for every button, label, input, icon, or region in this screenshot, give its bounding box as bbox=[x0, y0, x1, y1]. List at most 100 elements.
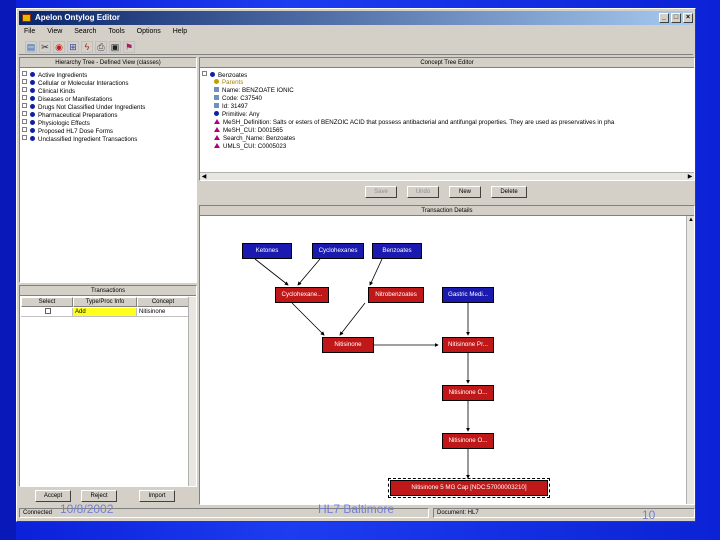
menu-tools[interactable]: Tools bbox=[103, 26, 129, 38]
column-concept[interactable]: Concept bbox=[137, 297, 189, 307]
hierarchy-header: Hierarchy Tree - Defined View (classes) bbox=[20, 58, 196, 68]
concept-attr[interactable]: Search_Name: Benzoates bbox=[214, 135, 295, 143]
flag-icon[interactable]: ⚑ bbox=[123, 41, 135, 53]
expand-icon bbox=[22, 103, 27, 108]
expand-icon bbox=[22, 127, 27, 132]
concept-attr[interactable]: MeSH_Definition: Salts or esters of BENZ… bbox=[214, 119, 614, 127]
slide-sidebar bbox=[0, 0, 16, 540]
expand-icon bbox=[22, 87, 27, 92]
menu-help[interactable]: Help bbox=[168, 26, 192, 38]
class-icon bbox=[30, 104, 35, 109]
row-type[interactable]: Add bbox=[73, 308, 137, 317]
column-select[interactable]: Select bbox=[21, 297, 73, 307]
concept-attr[interactable]: Name: BENZOATE IONIC bbox=[214, 87, 294, 95]
save-icon[interactable]: ▣ bbox=[109, 41, 121, 53]
tree-item[interactable]: Unclassified Ingredient Transactions bbox=[22, 135, 137, 143]
parents-icon bbox=[214, 79, 219, 84]
menu-file[interactable]: File bbox=[19, 26, 40, 38]
node-benzoates[interactable]: Benzoates bbox=[372, 243, 422, 259]
expand-icon bbox=[22, 71, 27, 76]
node-gastric-medication[interactable]: Gastric Medi... bbox=[442, 287, 494, 303]
tree-icon[interactable]: ⊞ bbox=[67, 41, 79, 53]
transactions-header: Transactions bbox=[20, 286, 196, 296]
title-bar: Apelon Ontylog Editor _ □ × bbox=[19, 11, 693, 25]
status-right: Document: HL7 bbox=[433, 508, 695, 518]
concept-hscroll[interactable]: ◀ ▶ bbox=[200, 172, 694, 180]
slide-center-text: HL7 Baltimore bbox=[318, 502, 395, 516]
row-concept[interactable]: Nitisinone bbox=[137, 308, 189, 317]
transaction-details-panel: Transaction Details Ketones Cyclohexanes… bbox=[199, 205, 695, 505]
concept-root[interactable]: Benzoates bbox=[202, 71, 247, 79]
edge bbox=[369, 258, 383, 286]
cut-icon[interactable]: ✂ bbox=[39, 41, 51, 53]
bolt-icon[interactable]: ϟ bbox=[81, 41, 93, 53]
reject-button[interactable]: Reject bbox=[81, 490, 117, 502]
class-icon bbox=[30, 96, 35, 101]
tree-item[interactable]: Clinical Kinds bbox=[22, 87, 75, 95]
new-button[interactable]: New bbox=[449, 186, 481, 198]
node-ketones[interactable]: Ketones bbox=[242, 243, 292, 259]
save-button[interactable]: Save bbox=[365, 186, 397, 198]
concept-attr[interactable]: MeSH_CUI: D001565 bbox=[214, 127, 283, 135]
tree-item[interactable]: Diseases or Manifestations bbox=[22, 95, 112, 103]
tree-item[interactable]: Drugs Not Classified Under Ingredients bbox=[22, 103, 145, 111]
edge bbox=[291, 302, 325, 336]
expand-icon bbox=[22, 135, 27, 140]
primitive-icon bbox=[214, 111, 219, 116]
menu-search[interactable]: Search bbox=[69, 26, 101, 38]
concept-attr[interactable]: Parents bbox=[214, 79, 243, 87]
close-button[interactable]: × bbox=[683, 13, 693, 23]
class-icon bbox=[30, 80, 35, 85]
node-nitisinone-oral-2[interactable]: Nitisinone O... bbox=[442, 433, 494, 449]
concept-attr[interactable]: Id: 31497 bbox=[214, 103, 248, 111]
property-icon bbox=[214, 95, 219, 100]
concept-attr[interactable]: Primitive: Any bbox=[214, 111, 259, 119]
node-nitisinone-capsule[interactable]: Nitisinone 5 MG Cap [NDC:57000003210] bbox=[388, 478, 550, 498]
role-icon bbox=[214, 143, 220, 148]
open-icon[interactable]: ▤ bbox=[25, 41, 37, 53]
node-cyclohexanes[interactable]: Cyclohexanes bbox=[312, 243, 364, 259]
tree-item[interactable]: Cellular or Molecular Interactions bbox=[22, 79, 128, 87]
role-icon bbox=[214, 119, 220, 124]
transactions-vscroll[interactable] bbox=[188, 297, 196, 486]
minimize-button[interactable]: _ bbox=[659, 13, 669, 23]
transactions-panel: Transactions Select Type/Proc Info Conce… bbox=[19, 285, 197, 487]
menu-view[interactable]: View bbox=[42, 26, 67, 38]
node-nitisinone-oral-1[interactable]: Nitisinone O... bbox=[442, 385, 494, 401]
app-icon bbox=[22, 14, 31, 22]
tree-item[interactable]: Pharmaceutical Preparations bbox=[22, 111, 117, 119]
scroll-up-icon[interactable]: ▲ bbox=[687, 216, 694, 224]
menu-bar: File View Search Tools Options Help bbox=[19, 26, 693, 38]
node-nitrobenzoates[interactable]: Nitrobenzoates bbox=[368, 287, 424, 303]
node-nitisinone[interactable]: Nitisinone bbox=[322, 337, 374, 353]
scroll-right-icon[interactable]: ▶ bbox=[686, 173, 694, 180]
tree-item[interactable]: Physiologic Effects bbox=[22, 119, 90, 127]
column-type[interactable]: Type/Proc Info bbox=[73, 297, 137, 307]
tree-item[interactable]: Active Ingredients bbox=[22, 71, 87, 79]
class-icon bbox=[30, 72, 35, 77]
edge bbox=[339, 302, 366, 336]
delete-button[interactable]: Delete bbox=[491, 186, 527, 198]
concept-attr[interactable]: Code: C37540 bbox=[214, 95, 262, 103]
import-button[interactable]: Import bbox=[139, 490, 175, 502]
circle-icon[interactable]: ◉ bbox=[53, 41, 65, 53]
class-icon bbox=[30, 112, 35, 117]
class-icon bbox=[210, 72, 215, 77]
print-icon[interactable]: ⎙ bbox=[95, 41, 107, 53]
undo-button[interactable]: Undo bbox=[407, 186, 439, 198]
details-vscroll[interactable]: ▲ bbox=[686, 216, 694, 504]
accept-button[interactable]: Accept bbox=[35, 490, 71, 502]
maximize-button[interactable]: □ bbox=[671, 13, 681, 23]
tree-item[interactable]: Proposed HL7 Dose Forms bbox=[22, 127, 113, 135]
hierarchy-panel: Hierarchy Tree - Defined View (classes) … bbox=[19, 57, 197, 283]
checkbox-icon bbox=[44, 308, 51, 314]
node-nitisinone-preparation[interactable]: Nitisinone Pr... bbox=[442, 337, 494, 353]
property-icon bbox=[214, 87, 219, 92]
node-cyclohexane-dione[interactable]: Cyclohexane... bbox=[275, 287, 329, 303]
row-select-checkbox[interactable] bbox=[21, 308, 73, 317]
slide-page-number: 10 bbox=[642, 508, 656, 522]
expand-icon bbox=[22, 119, 27, 124]
menu-options[interactable]: Options bbox=[132, 26, 166, 38]
scroll-left-icon[interactable]: ◀ bbox=[200, 173, 208, 180]
concept-attr[interactable]: UMLS_CUI: C0005023 bbox=[214, 143, 286, 151]
